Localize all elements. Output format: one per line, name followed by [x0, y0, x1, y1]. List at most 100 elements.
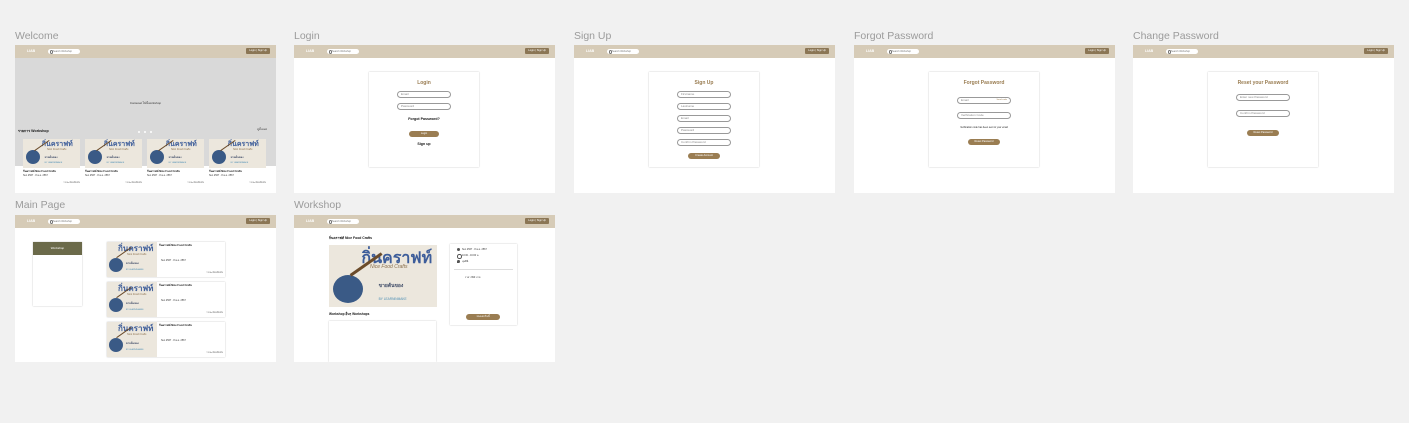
- form-title: Forgot Password: [963, 80, 1005, 86]
- login-signup-button[interactable]: Login | Sign Up: [525, 48, 549, 54]
- logo[interactable]: LIAB: [27, 219, 35, 223]
- workshop-card[interactable]: กิ่นคราฟท์ Nice Food Crafts ขายต้นของ BY…: [23, 139, 80, 187]
- book-now-button[interactable]: จองเลยวันนี้: [466, 314, 500, 320]
- hero-text: Carousel ไม่มีworkshop: [129, 101, 162, 105]
- send-code-link[interactable]: Send code: [997, 98, 1007, 103]
- frame-title-change: Change Password: [1133, 30, 1219, 42]
- search-input[interactable]: Search Workshop: [607, 48, 639, 54]
- verification-note: Verification code has been sent to your …: [960, 126, 1008, 129]
- search-input[interactable]: Search Workshop: [1166, 48, 1198, 54]
- workshop-list-item[interactable]: กิ่นคราฟท์ Nice Food Crafts ขายต้นของ BY…: [107, 282, 225, 317]
- search-icon: [328, 219, 333, 224]
- calendar-icon: [457, 248, 460, 251]
- logo[interactable]: LIAB: [306, 49, 314, 53]
- workshop-card[interactable]: กิ่นคราฟท์ Nice Food Crafts ขายต้นของ BY…: [147, 139, 204, 187]
- new-password-field[interactable]: Enter new Password: [1236, 94, 1290, 101]
- logo[interactable]: LIAB: [27, 49, 35, 53]
- lastname-field[interactable]: Lastname: [677, 103, 731, 110]
- search-icon: [328, 49, 333, 54]
- frame-title-forgot: Forgot Password: [854, 30, 934, 42]
- search-input[interactable]: Search Workshop: [327, 218, 359, 224]
- workshop-thumbnail: กิ่นคราฟท์ Nice Food Crafts ขายต้นของ BY…: [85, 139, 142, 168]
- carousel-dot[interactable]: [150, 131, 152, 133]
- email-field[interactable]: Email: [677, 115, 731, 122]
- filter-sidebar: Workshop: [33, 242, 82, 306]
- workshop-price: ราคา 990 บาท: [465, 276, 481, 279]
- forgot-password-link[interactable]: Forgot Password?: [369, 117, 479, 121]
- search-input[interactable]: Search Workshop: [327, 48, 359, 54]
- frame-main-page: LIAB Search Workshop Login | Sign Up Wor…: [15, 215, 276, 362]
- navbar: LIAB Search Workshop Login | Sign Up: [854, 45, 1115, 58]
- workshop-hero-image: กิ่นคราฟท์ Nice Food Crafts ขายต้นของ BY…: [329, 245, 437, 307]
- search-icon: [888, 49, 893, 54]
- login-signup-button[interactable]: Login | Sign Up: [805, 48, 829, 54]
- filter-header[interactable]: Workshop: [33, 242, 82, 255]
- logo[interactable]: LIAB: [306, 219, 314, 223]
- login-button[interactable]: Login: [409, 131, 439, 137]
- frame-workshop: LIAB Search Workshop Login | Sign Up กิ่…: [294, 215, 555, 362]
- frame-title-login: Login: [294, 30, 320, 42]
- login-signup-button[interactable]: Login | Sign Up: [1085, 48, 1109, 54]
- firstname-field[interactable]: Firstname: [677, 91, 731, 98]
- confirm-password-field[interactable]: Confirm Password: [1236, 110, 1290, 117]
- workshop-date: Sun 2567 · 8 พ.ค. 2567: [462, 248, 487, 251]
- navbar: LIAB Search Workshop Login | Sign Up: [294, 45, 555, 58]
- logo[interactable]: LIAB: [1145, 49, 1153, 53]
- frame-login: LIAB Search Workshop Login | Sign Up Log…: [294, 45, 555, 193]
- login-signup-button[interactable]: Login | Sign Up: [246, 218, 270, 224]
- email-field[interactable]: Email Send code: [957, 97, 1011, 104]
- navbar: LIAB Search Workshop Login | Sign Up: [574, 45, 835, 58]
- workshop-heading: กิ่นคราฟท์ Nice Food Crafts: [329, 236, 373, 240]
- workshop-card[interactable]: กิ่นคราฟท์ Nice Food Crafts ขายต้นของ BY…: [209, 139, 266, 187]
- form-title: Login: [417, 80, 431, 86]
- search-input[interactable]: Search Workshop: [48, 48, 80, 54]
- form-title: Sign Up: [694, 80, 714, 86]
- carousel-dot[interactable]: [138, 131, 140, 133]
- logo[interactable]: LIAB: [866, 49, 874, 53]
- navbar: LIAB Search Workshop Login | Sign Up: [1133, 45, 1394, 58]
- reset-password-button[interactable]: Reset Password: [968, 139, 1000, 145]
- frame-title-main: Main Page: [15, 199, 66, 211]
- email-field[interactable]: Email: [397, 91, 451, 98]
- frame-title-welcome: Welcome: [15, 30, 59, 42]
- password-field[interactable]: Password: [677, 127, 731, 134]
- workshop-list-item[interactable]: กิ่นคราฟท์ Nice Food Crafts ขายต้นของ BY…: [107, 242, 225, 277]
- workshop-thumbnail: กิ่นคราฟท์ Nice Food Crafts ขายต้นของ BY…: [209, 139, 266, 168]
- logo[interactable]: LIAB: [586, 49, 594, 53]
- login-signup-button[interactable]: Login | Sign Up: [246, 48, 270, 54]
- frame-change-password: LIAB Search Workshop Login | Sign Up Res…: [1133, 45, 1394, 193]
- login-card: Login Email Password Forgot Password? Lo…: [369, 72, 479, 167]
- frame-title-signup: Sign Up: [574, 30, 612, 42]
- divider: [454, 269, 513, 270]
- workshop-thumbnail: กิ่นคราฟท์ Nice Food Crafts ขายต้นของ BY…: [107, 242, 157, 277]
- change-password-card: Reset your Password Enter new Password C…: [1208, 72, 1318, 167]
- workshop-list-item[interactable]: กิ่นคราฟท์ Nice Food Crafts ขายต้นของ BY…: [107, 322, 225, 357]
- frame-forgot-password: LIAB Search Workshop Login | Sign Up For…: [854, 45, 1115, 193]
- signup-link[interactable]: Sign up: [369, 142, 479, 146]
- see-all-link[interactable]: ดูทั้งหมด: [257, 128, 267, 132]
- frame-welcome: LIAB Search Workshop Login | Sign Up Car…: [15, 45, 276, 193]
- location-icon: [457, 260, 460, 263]
- workshop-thumbnail: กิ่นคราฟท์ Nice Food Crafts ขายต้นของ BY…: [147, 139, 204, 168]
- carousel-dot[interactable]: [144, 131, 146, 133]
- workshop-card[interactable]: กิ่นคราฟท์ Nice Food Crafts ขายต้นของ BY…: [85, 139, 142, 187]
- password-field[interactable]: Password: [397, 103, 451, 110]
- booking-panel: Sun 2567 · 8 พ.ค. 2567 10:00 - 16:00 น. …: [450, 244, 517, 325]
- search-icon: [608, 49, 613, 54]
- login-signup-button[interactable]: Login | Sign Up: [1364, 48, 1388, 54]
- navbar: LIAB Search Workshop Login | Sign Up: [15, 45, 276, 58]
- login-signup-button[interactable]: Login | Sign Up: [525, 218, 549, 224]
- forgot-password-card: Forgot Password Email Send code Verifica…: [929, 72, 1039, 167]
- reset-password-button[interactable]: Reset Password: [1247, 130, 1279, 136]
- workshop-time: 10:00 - 16:00 น.: [462, 254, 480, 257]
- signup-card: Sign Up Firstname Lastname Email Passwor…: [649, 72, 759, 167]
- workshop-thumbnail: กิ่นคราฟท์ Nice Food Crafts ขายต้นของ BY…: [107, 322, 157, 357]
- verification-code-field[interactable]: Verification Code: [957, 112, 1011, 119]
- search-input[interactable]: Search Workshop: [887, 48, 919, 54]
- confirm-password-field[interactable]: Confirm Password: [677, 139, 731, 146]
- create-account-button[interactable]: Create Account: [688, 153, 720, 159]
- other-workshops-panel: [329, 321, 436, 362]
- workshop-thumbnail: กิ่นคราฟท์ Nice Food Crafts ขายต้นของ BY…: [23, 139, 80, 168]
- search-input[interactable]: Search Workshop: [48, 218, 80, 224]
- form-title: Reset your Password: [1237, 80, 1289, 86]
